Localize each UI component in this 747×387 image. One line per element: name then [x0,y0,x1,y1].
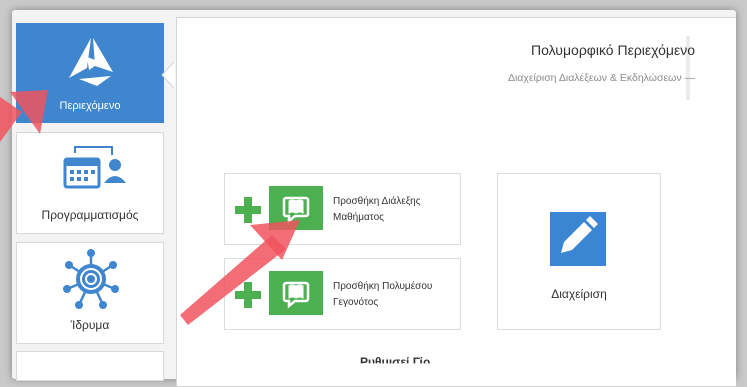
add-lecture-label: Προσθήκη Διάλεξης Μαθήματος [333,196,421,223]
annotation-arrow-right [180,220,300,325]
annotation-arrow-left [0,90,48,142]
edit-icon-box [550,212,606,266]
manage-label: Διαχείριση [551,287,607,301]
add-event-label: Προσθήκη Πολυμέσου Γεγονότος [333,281,433,308]
page-title: Πολυμορφικό Περιεχόμενο [531,42,695,58]
page-subtitle: Διαχείριση Διαλέξεων & Εκδηλώσεων — [507,72,695,84]
sidebar-item-label: Ίδρυμα [70,318,110,332]
panel-pointer [161,61,175,89]
manage-button[interactable]: Διαχείριση [497,173,661,330]
sidebar-item-institution[interactable]: Ίδρυμα [16,242,164,344]
institution-network-icon [63,249,119,309]
sidebar-item-more[interactable] [16,351,164,381]
pencil-icon [561,216,598,253]
sidebar-item-label: Προγραμματισμός [41,208,139,222]
